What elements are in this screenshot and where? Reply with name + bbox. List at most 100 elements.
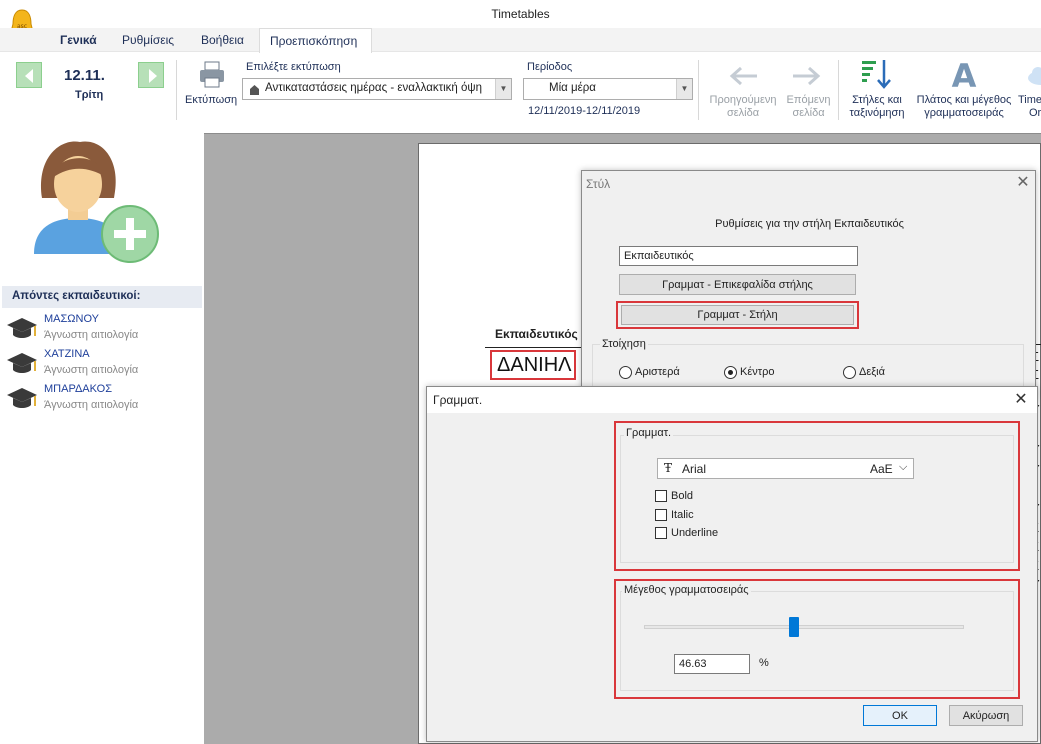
graduation-cap-icon <box>7 353 37 373</box>
select-print-label: Επιλέξτε εκτύπωση <box>246 61 341 73</box>
column-cell-value: ΔΑΝΙΗΛ <box>497 354 572 376</box>
font-label-1: Πλάτος και μέγεθος <box>916 94 1012 106</box>
online-label-2: Or <box>1029 107 1041 119</box>
cancel-button[interactable]: Ακύρωση <box>949 705 1023 726</box>
close-icon[interactable]: ✕ <box>1011 389 1031 411</box>
teacher-name: ΜΑΣΩΝΟΥ <box>44 313 100 325</box>
columns-sort-button[interactable]: Στήλες και ταξινόμηση <box>842 58 912 120</box>
teacher-list-item[interactable]: ΜΑΣΩΝΟΥ Άγνωστη αιτιολογία <box>4 312 199 346</box>
printer-icon <box>200 61 224 88</box>
document-icon <box>250 85 259 95</box>
column-font-button[interactable]: Γραμματ - Στήλη <box>621 305 854 325</box>
teacher-list-item[interactable]: ΜΠΑΡΔΑΚΟΣ Άγνωστη αιτιολογία <box>4 382 199 416</box>
absent-teachers-header: Απόντες εκπαιδευτικοί: <box>2 286 202 308</box>
font-size-button[interactable]: A Πλάτος και μέγεθος γραμματοσειράς <box>912 58 1016 120</box>
bold-checkbox[interactable] <box>655 490 667 502</box>
period-range: 12/11/2019-12/11/2019 <box>528 105 641 117</box>
next-page-label-2: σελίδα <box>792 107 825 119</box>
size-group <box>620 591 1014 691</box>
align-right-radio[interactable] <box>843 366 856 379</box>
font-group-label: Γραμματ. <box>624 427 674 439</box>
font-size-input[interactable]: 46.63 <box>674 654 750 674</box>
tab-preview[interactable]: Προεπισκόπηση <box>259 28 372 53</box>
align-left-radio[interactable] <box>619 366 632 379</box>
align-right-label: Δεξιά <box>859 366 885 378</box>
period-select[interactable]: Μία μέρα ▼ <box>523 78 693 100</box>
font-label-2: γραμματοσειράς <box>924 107 1004 119</box>
ok-button[interactable]: OK <box>863 705 937 726</box>
arrow-left-icon <box>729 66 757 86</box>
prev-page-label-1: Προηγούμενη <box>709 94 777 106</box>
next-day-button[interactable] <box>138 62 164 88</box>
teacher-reason: Άγνωστη αιτιολογία <box>44 399 139 411</box>
bold-label: Bold <box>671 490 694 502</box>
italic-checkbox[interactable] <box>655 509 667 521</box>
column-font-highlight: Γραμματ - Στήλη <box>616 301 859 329</box>
prev-page-button[interactable]: Προηγούμενη σελίδα <box>703 60 783 120</box>
underline-checkbox[interactable] <box>655 527 667 539</box>
teacher-reason: Άγνωστη αιτιολογία <box>44 329 139 341</box>
font-group-highlight: Γραμματ. Ŧ Arial AaE ⌵ Bold Italic Under… <box>614 421 1020 571</box>
size-group-label: Μέγεθος γραμματοσειράς <box>622 584 751 596</box>
header-font-button[interactable]: Γραμματ - Επικεφαλίδα στήλης <box>619 274 856 295</box>
print-label: Εκτύπωση <box>185 94 238 106</box>
timetables-online-button[interactable]: Time Or <box>1016 58 1041 120</box>
font-family-value: Arial <box>682 462 707 476</box>
columns-label-2: ταξινόμηση <box>849 107 905 119</box>
ribbon-separator <box>176 60 177 120</box>
font-size-unit: % <box>759 657 769 669</box>
italic-label: Italic <box>671 509 694 521</box>
font-dialog-title: Γραμματ. <box>433 393 483 407</box>
tab-general[interactable]: Γενικά <box>50 31 107 49</box>
truetype-icon: Ŧ <box>664 461 673 475</box>
add-teacher-avatar-icon[interactable] <box>30 138 162 266</box>
columns-sort-icon <box>862 60 891 89</box>
font-size-slider[interactable] <box>644 617 964 637</box>
tab-help[interactable]: Βοήθεια <box>191 31 254 49</box>
font-family-select[interactable]: Ŧ Arial AaE ⌵ <box>657 458 914 479</box>
size-group-highlight: Μέγεθος γραμματοσειράς 46.63 % <box>614 579 1020 699</box>
close-icon[interactable]: ✕ <box>1013 172 1033 194</box>
ribbon-separator <box>838 60 839 120</box>
teacher-name: ΧΑΤΖΙΝΑ <box>44 348 90 360</box>
font-sample: AaE <box>870 462 893 476</box>
style-dialog-heading: Ρυθμίσεις για την στήλη Εκπαιδευτικός <box>715 218 904 230</box>
ribbon-separator <box>698 60 699 120</box>
alignment-label: Στοίχηση <box>600 338 648 350</box>
current-date: 12.11. <box>64 67 105 84</box>
print-button[interactable]: Εκτύπωση <box>182 58 240 114</box>
graduation-cap-icon <box>7 388 37 408</box>
print-select[interactable]: Αντικαταστάσεις ημέρας - εναλλακτική όψη… <box>242 78 512 100</box>
underline-label: Underline <box>671 527 719 539</box>
header-rule <box>485 347 581 348</box>
period-select-value: Μία μέρα <box>549 82 596 94</box>
chevron-down-icon: ▼ <box>495 79 511 99</box>
style-dialog: Στύλ ✕ Ρυθμίσεις για την στήλη Εκπαιδευτ… <box>581 170 1036 400</box>
align-left-label: Αριστερά <box>635 366 680 378</box>
tab-settings[interactable]: Ρυθμίσεις <box>112 31 184 49</box>
column-header: Εκπαιδευτικός <box>495 327 578 341</box>
arrow-right-icon <box>793 66 821 86</box>
online-label-1: Time <box>1018 94 1041 106</box>
prev-day-button[interactable] <box>16 62 42 88</box>
chevron-down-icon: ⌵ <box>899 461 908 473</box>
next-page-label-1: Επόμενη <box>786 94 831 106</box>
font-a-icon: A <box>952 58 977 92</box>
next-page-button[interactable]: Επόμενη σελίδα <box>781 60 836 120</box>
print-select-value: Αντικαταστάσεις ημέρας - εναλλακτική όψη <box>265 82 483 94</box>
prev-page-label-2: σελίδα <box>726 107 760 119</box>
graduation-cap-icon <box>7 318 37 338</box>
font-dialog-titlebar <box>427 387 1037 413</box>
window-title: Timetables <box>491 7 550 21</box>
teacher-reason: Άγνωστη αιτιολογία <box>44 364 139 376</box>
align-center-label: Κέντρο <box>740 366 775 378</box>
column-name-input[interactable]: Εκπαιδευτικός <box>619 246 858 266</box>
period-label: Περίοδος <box>527 61 573 73</box>
title-bar: Timetables <box>0 0 1041 28</box>
align-center-radio[interactable] <box>724 366 737 379</box>
chevron-down-icon: ▼ <box>676 79 692 99</box>
style-dialog-title: Στύλ <box>586 177 611 191</box>
teacher-name: ΜΠΑΡΔΑΚΟΣ <box>44 383 113 395</box>
teacher-list-item[interactable]: ΧΑΤΖΙΝΑ Άγνωστη αιτιολογία <box>4 347 199 381</box>
slider-thumb[interactable] <box>789 617 799 637</box>
